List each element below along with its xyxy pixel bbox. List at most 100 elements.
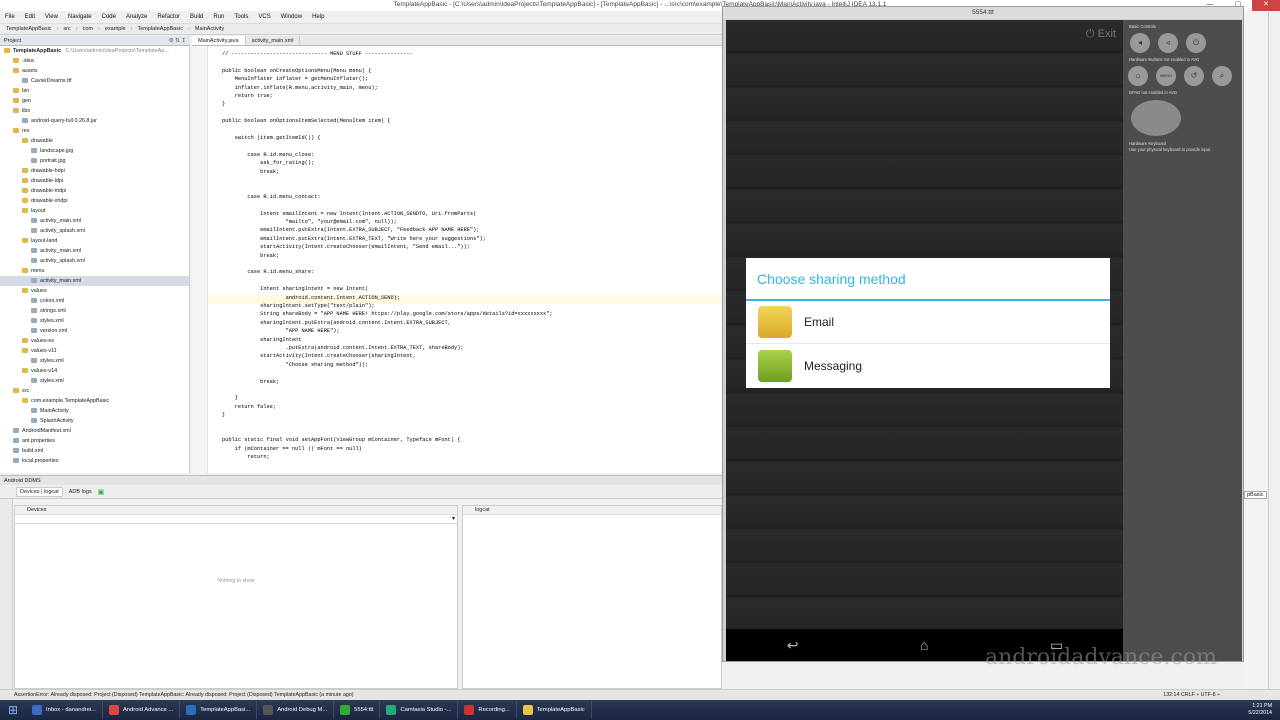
taskbar-item[interactable]: Camtasia Studio -... — [380, 701, 459, 719]
tree-node[interactable]: .idea — [0, 56, 189, 66]
tree-node[interactable]: AndroidManifest.xml — [0, 426, 189, 436]
chevron-down-icon[interactable]: ▾ — [452, 515, 455, 522]
tree-node[interactable]: styles.xml — [0, 376, 189, 386]
taskbar-item[interactable]: Android Debug M... — [257, 701, 335, 719]
system-clock[interactable]: 1:21 PM 5/22/2014 — [1248, 703, 1280, 717]
tree-node[interactable]: values-es — [0, 336, 189, 346]
menu-item[interactable]: View — [40, 12, 63, 23]
tree-node[interactable]: layout — [0, 206, 189, 216]
tree-node[interactable]: assets — [0, 66, 189, 76]
menu-item[interactable]: Navigate — [63, 12, 97, 23]
tree-node[interactable]: src — [0, 386, 189, 396]
menu-item[interactable]: Build — [185, 12, 208, 23]
taskbar-item[interactable]: Recording... — [458, 701, 517, 719]
tree-node[interactable]: activity_main.xml — [0, 276, 189, 286]
tree-node[interactable]: version.xml — [0, 326, 189, 336]
tree-node[interactable]: drawable — [0, 136, 189, 146]
tree-node[interactable]: styles.xml — [0, 356, 189, 366]
taskbar-item[interactable]: TemplateAppBasi... — [180, 701, 258, 719]
tree-node[interactable]: values — [0, 286, 189, 296]
tree-node[interactable]: values-v11 — [0, 346, 189, 356]
menu-item[interactable]: Code — [97, 12, 121, 23]
tree-node[interactable]: gen — [0, 96, 189, 106]
status-position[interactable]: 132:14 CRLF ÷ UTF-8 ÷ — [1163, 690, 1220, 700]
tree-node[interactable]: activity_main.xml — [0, 216, 189, 226]
tree-node[interactable]: drawable-hdpi — [0, 166, 189, 176]
tree-node[interactable]: menu — [0, 266, 189, 276]
breadcrumb-item[interactable]: TemplateAppBasic — [135, 26, 185, 32]
tree-root[interactable]: TemplateAppBasic C:\Users\admin\IdeaProj… — [0, 46, 189, 56]
tree-node[interactable]: landscape.jpg — [0, 146, 189, 156]
breadcrumb-item[interactable]: MainActivity — [193, 26, 226, 32]
menu-button[interactable]: MENU — [1156, 66, 1176, 86]
breadcrumb-item[interactable]: src — [61, 26, 72, 32]
tree-node[interactable]: drawable-ldpi — [0, 176, 189, 186]
tree-node[interactable]: activity_splash.xml — [0, 226, 189, 236]
menu-item[interactable]: Help — [307, 12, 329, 23]
panel-settings-icon[interactable]: ⚙ ⇅ ↧ — [169, 38, 186, 44]
tree-node[interactable]: bin — [0, 86, 189, 96]
tree-node[interactable]: strings.xml — [0, 306, 189, 316]
tree-node[interactable]: values-v14 — [0, 366, 189, 376]
menu-item[interactable]: File — [0, 12, 20, 23]
breadcrumb-item[interactable]: example — [103, 26, 128, 32]
device-select[interactable]: ▾ — [15, 515, 457, 524]
tree-node[interactable]: MainActivity — [0, 406, 189, 416]
tree-node[interactable]: com.example.TemplateAppBasic — [0, 396, 189, 406]
menu-item[interactable]: Edit — [20, 12, 40, 23]
back-icon[interactable]: ↩ — [787, 637, 799, 654]
back-icon[interactable]: ↺ — [1184, 66, 1204, 86]
chevron-right-icon: › — [97, 26, 100, 32]
share-option-messaging[interactable]: Messaging — [746, 344, 1110, 387]
taskbar-item[interactable]: TemplateAppBasic — [517, 701, 592, 719]
editor-tab[interactable]: MainActivity.java — [192, 36, 246, 45]
start-button[interactable]: ⊞ — [0, 700, 26, 720]
right-fragment-field[interactable]: pBasic — [1244, 491, 1267, 499]
power-icon[interactable]: ⏻ — [1186, 33, 1206, 53]
breadcrumb-item[interactable]: TemplateAppBasic — [4, 26, 54, 32]
tree-node[interactable]: ant.properties — [0, 436, 189, 446]
tree-node[interactable]: portrait.jpg — [0, 156, 189, 166]
tree-node[interactable]: SplashActivity — [0, 416, 189, 426]
tree-node[interactable]: android-query-full.0.26.8.jar — [0, 116, 189, 126]
menu-item[interactable]: Window — [276, 12, 307, 23]
share-option-email[interactable]: Email — [746, 301, 1110, 344]
menu-item[interactable]: Run — [208, 12, 229, 23]
breadcrumb-item[interactable]: com — [81, 26, 95, 32]
menu-item[interactable]: VCS — [253, 12, 275, 23]
tree-node[interactable]: libs — [0, 106, 189, 116]
editor-tab[interactable]: activity_main.xml — [246, 36, 301, 45]
device-screen[interactable]: ⏻ Exit Choose sharing method Email Messa… — [726, 20, 1124, 661]
tab-adb-logs[interactable]: ADB logs — [69, 489, 92, 495]
close-button[interactable]: ✕ — [1252, 0, 1280, 11]
menu-item[interactable]: Refactor — [152, 12, 185, 23]
volume-down-icon[interactable]: ◂ — [1130, 33, 1150, 53]
project-label[interactable]: Project — [4, 38, 21, 44]
tree-node[interactable]: CaviarDreams.ttf — [0, 76, 189, 86]
taskbar-item[interactable]: Android Advance ... — [103, 701, 181, 719]
tree-node[interactable]: layout-land — [0, 236, 189, 246]
tree-node[interactable]: drawable-xhdpi — [0, 196, 189, 206]
tab-devices-logcat[interactable]: Devices | logcat — [16, 487, 63, 497]
home-icon[interactable]: ⌂ — [1128, 66, 1148, 86]
code-editor[interactable]: // ------------------------------ MENU S… — [208, 46, 722, 473]
search-icon[interactable]: ⌕ — [1212, 66, 1232, 86]
menu-item[interactable]: Tools — [229, 12, 253, 23]
tree-node[interactable]: res — [0, 126, 189, 136]
tree-node[interactable]: activity_splash.xml — [0, 256, 189, 266]
tree-node[interactable]: styles.xml — [0, 316, 189, 326]
tree-node[interactable]: local.properties — [0, 456, 189, 466]
menu-item[interactable]: Analyze — [121, 12, 152, 23]
android-icon[interactable]: ▣ — [98, 488, 105, 496]
tree-node[interactable]: drawable-mdpi — [0, 186, 189, 196]
project-panel-header[interactable]: Project ⚙ ⇅ ↧ — [0, 36, 190, 46]
taskbar-item[interactable]: Inbox - danandrei... — [26, 701, 103, 719]
tree-node[interactable]: colors.xml — [0, 296, 189, 306]
taskbar-item[interactable]: 5554:ttt — [334, 701, 381, 719]
dpad[interactable] — [1131, 100, 1181, 136]
tree-node[interactable]: build.xml — [0, 446, 189, 456]
home-icon[interactable]: ⌂ — [920, 637, 928, 653]
volume-up-icon[interactable]: ◃ — [1158, 33, 1178, 53]
exit-button[interactable]: ⏻ Exit — [1086, 28, 1116, 41]
tree-node[interactable]: activity_main.xml — [0, 246, 189, 256]
